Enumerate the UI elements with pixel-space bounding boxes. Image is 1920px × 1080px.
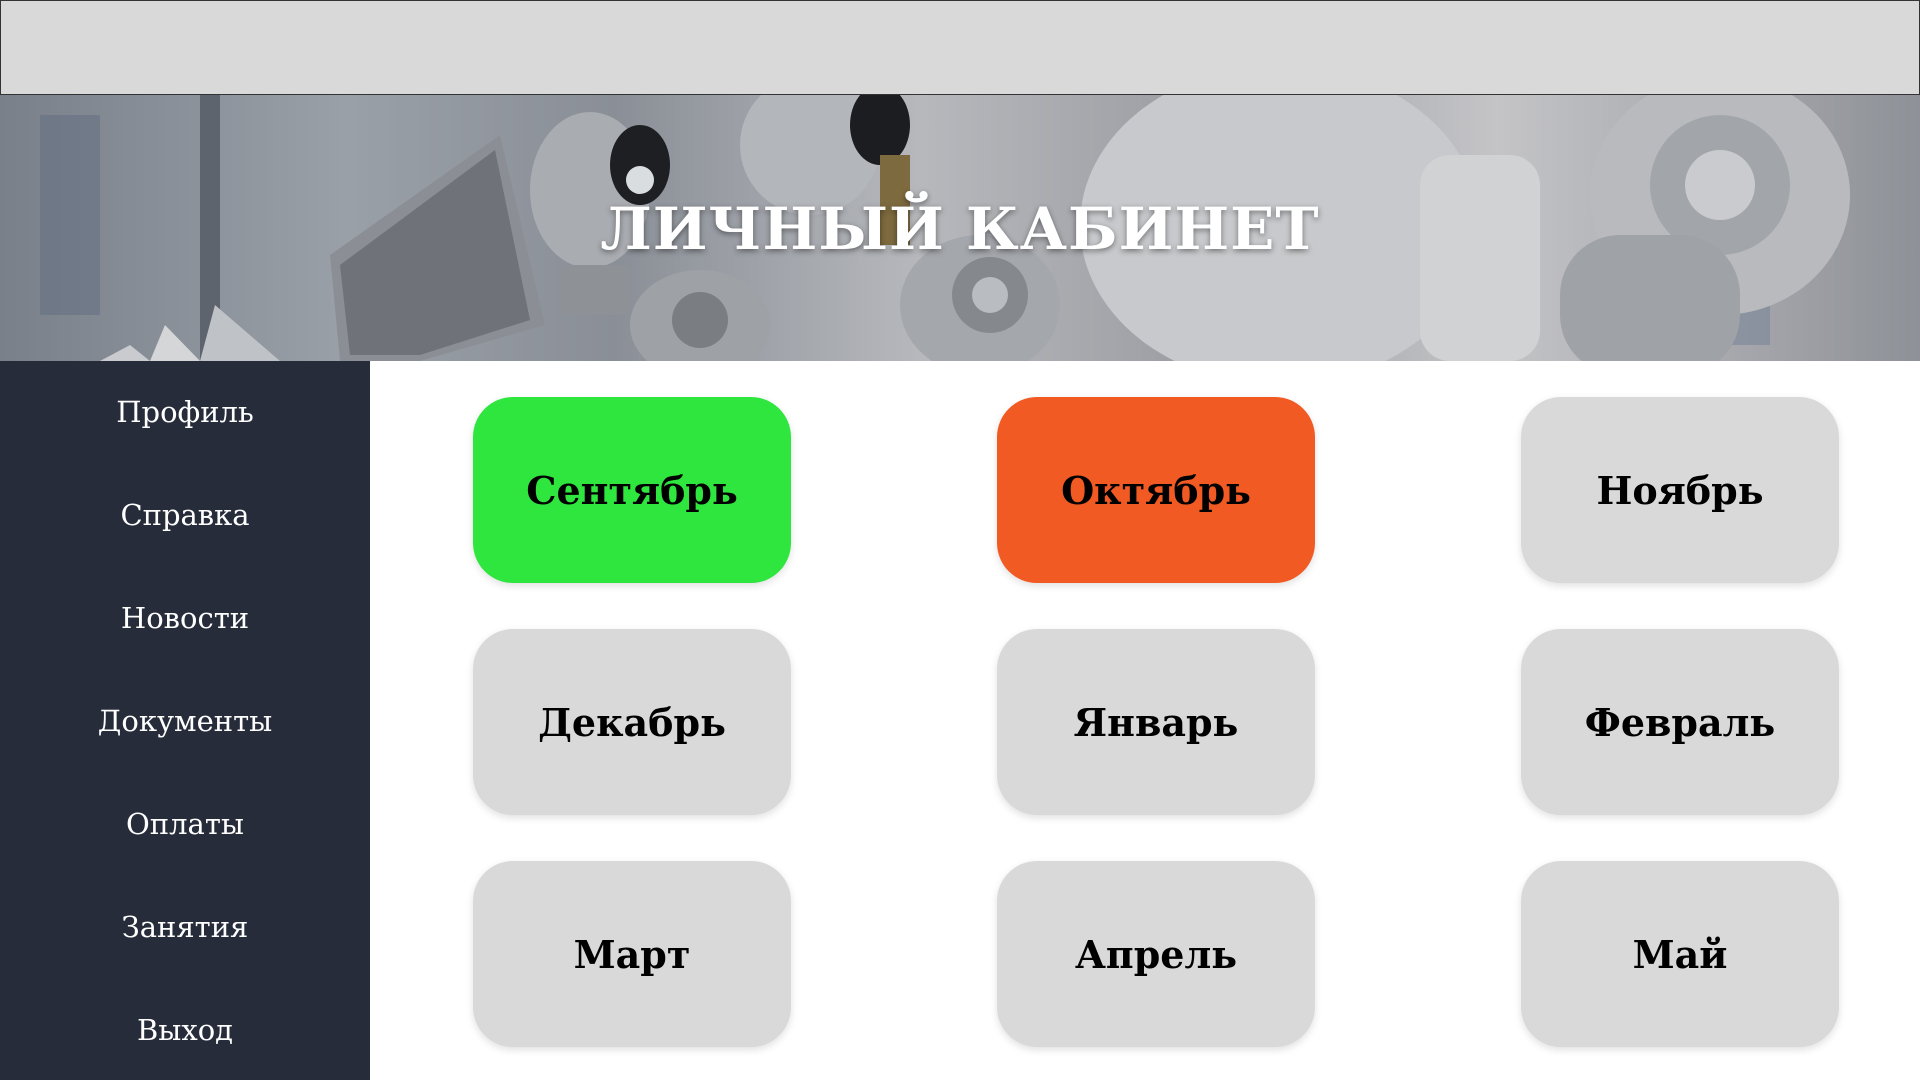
sidebar-item-profile[interactable]: Профиль — [0, 382, 370, 442]
month-button-february[interactable]: Февраль — [1521, 629, 1839, 815]
month-button-may[interactable]: Май — [1521, 861, 1839, 1047]
page-title: ЛИЧНЫЙ КАБИНЕТ — [600, 195, 1320, 263]
sidebar-item-logout[interactable]: Выход — [0, 1000, 370, 1060]
sidebar-item-payments[interactable]: Оплаты — [0, 794, 370, 854]
top-bar — [0, 0, 1920, 95]
hero-banner: ЛИЧНЫЙ КАБИНЕТ — [0, 95, 1920, 361]
sidebar-item-documents[interactable]: Документы — [0, 691, 370, 751]
month-button-october[interactable]: Октябрь — [997, 397, 1315, 583]
sidebar-item-classes[interactable]: Занятия — [0, 897, 370, 957]
month-button-april[interactable]: Апрель — [997, 861, 1315, 1047]
month-button-january[interactable]: Январь — [997, 629, 1315, 815]
sidebar: Профиль Справка Новости Документы Оплаты… — [0, 361, 370, 1080]
sidebar-item-help[interactable]: Справка — [0, 485, 370, 545]
month-button-november[interactable]: Ноябрь — [1521, 397, 1839, 583]
month-button-march[interactable]: Март — [473, 861, 791, 1047]
month-button-december[interactable]: Декабрь — [473, 629, 791, 815]
sidebar-item-news[interactable]: Новости — [0, 588, 370, 648]
month-button-september[interactable]: Сентябрь — [473, 397, 791, 583]
